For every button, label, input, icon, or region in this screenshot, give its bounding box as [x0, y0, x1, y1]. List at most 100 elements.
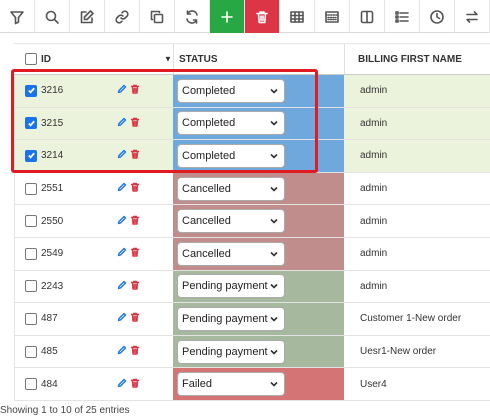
table-row[interactable]: 485 Pending payment Uesr1-New order	[14, 335, 490, 369]
list-view-button[interactable]	[385, 0, 420, 33]
list-icon	[395, 10, 409, 23]
delete-button[interactable]	[245, 0, 280, 33]
edit-row-button[interactable]	[117, 182, 127, 195]
row-checkbox[interactable]	[25, 312, 37, 325]
edit-row-button[interactable]	[117, 345, 127, 358]
status-select[interactable]: Completed	[177, 111, 285, 136]
table-row[interactable]: 3214 Completed admin	[14, 140, 490, 173]
cell-id: 3216	[14, 75, 173, 107]
pencil-icon	[117, 345, 127, 355]
status-select[interactable]: Cancelled	[177, 176, 285, 201]
row-checkbox[interactable]	[25, 182, 37, 195]
trash-icon	[256, 10, 268, 23]
trash-icon	[130, 378, 140, 388]
row-checkbox[interactable]	[25, 117, 37, 130]
grid-view-button[interactable]	[315, 0, 350, 33]
delete-row-button[interactable]	[130, 215, 140, 228]
chevron-down-icon	[269, 151, 279, 161]
status-select[interactable]: Completed	[177, 143, 285, 168]
search-button[interactable]	[35, 0, 70, 33]
columns-button[interactable]	[350, 0, 385, 33]
table-row[interactable]: 487 Pending payment Customer 1-New order	[14, 303, 490, 336]
cell-id: 3215	[14, 107, 173, 140]
cell-status: Pending payment	[173, 335, 344, 368]
edit-row-button[interactable]	[117, 149, 127, 162]
status-select[interactable]: Pending payment	[177, 274, 285, 299]
column-id-label: ID	[41, 53, 51, 65]
column-id-header[interactable]: ID ▼	[14, 44, 173, 74]
status-select[interactable]: Completed	[177, 78, 285, 103]
cell-billing-first-name: admin	[344, 140, 490, 172]
table-view-button[interactable]	[280, 0, 315, 33]
trash-icon	[130, 345, 140, 355]
row-checkbox[interactable]	[25, 84, 37, 97]
table-row[interactable]: 2551 Cancelled admin	[14, 172, 490, 206]
link-button[interactable]	[105, 0, 140, 33]
row-id: 2550	[41, 215, 64, 227]
edit-row-button[interactable]	[117, 117, 127, 130]
history-button[interactable]	[420, 0, 455, 33]
delete-row-button[interactable]	[130, 84, 140, 97]
orders-table: ID ▼ STATUS BILLING FIRST NAME 3216 Comp…	[14, 43, 490, 401]
row-checkbox[interactable]	[25, 247, 37, 260]
edit-row-button[interactable]	[117, 312, 127, 325]
delete-row-button[interactable]	[130, 312, 140, 325]
filter-button[interactable]	[0, 0, 35, 33]
swap-button[interactable]	[455, 0, 490, 33]
status-cell-background: Cancelled	[173, 237, 344, 270]
edit-row-button[interactable]	[117, 215, 127, 228]
delete-row-button[interactable]	[130, 117, 140, 130]
edit-row-button[interactable]	[117, 378, 127, 391]
delete-row-button[interactable]	[130, 247, 140, 260]
row-id: 487	[41, 313, 58, 325]
copy-button[interactable]	[140, 0, 175, 33]
add-button[interactable]	[210, 0, 245, 33]
table-row[interactable]: 484 Failed User4	[14, 368, 490, 401]
row-checkbox[interactable]	[25, 280, 37, 293]
row-actions	[117, 312, 140, 325]
trash-icon	[130, 182, 140, 192]
status-select[interactable]: Pending payment	[177, 339, 285, 364]
refresh-icon	[186, 9, 198, 24]
column-billing-first-name-header[interactable]: BILLING FIRST NAME	[344, 44, 490, 74]
chevron-down-icon	[269, 118, 279, 128]
delete-row-button[interactable]	[130, 345, 140, 358]
trash-icon	[130, 280, 140, 290]
cell-status: Cancelled	[173, 205, 344, 237]
row-actions	[117, 84, 140, 97]
edit-row-button[interactable]	[117, 280, 127, 293]
table-row[interactable]: 2243 Pending payment admin	[14, 270, 490, 304]
table-row[interactable]: 3216 Completed admin	[14, 75, 490, 108]
row-checkbox[interactable]	[25, 345, 37, 358]
delete-row-button[interactable]	[130, 280, 140, 293]
sort-desc-icon[interactable]: ▼	[164, 55, 172, 64]
status-select[interactable]: Pending payment	[177, 306, 285, 331]
table-row[interactable]: 2549 Cancelled admin	[14, 237, 490, 271]
chevron-down-icon	[269, 216, 279, 226]
status-select[interactable]: Cancelled	[177, 241, 285, 266]
edit-row-button[interactable]	[117, 84, 127, 97]
delete-row-button[interactable]	[130, 378, 140, 391]
delete-row-button[interactable]	[130, 182, 140, 195]
row-actions	[117, 345, 140, 358]
delete-row-button[interactable]	[130, 149, 140, 162]
status-select[interactable]: Failed	[177, 372, 285, 397]
column-status-header[interactable]: STATUS	[173, 44, 344, 74]
edit-button[interactable]	[70, 0, 105, 33]
status-select[interactable]: Cancelled	[177, 209, 285, 234]
refresh-button[interactable]	[175, 0, 210, 33]
table-row[interactable]: 2550 Cancelled admin	[14, 205, 490, 238]
billing-first-name: admin	[360, 150, 388, 162]
row-checkbox[interactable]	[25, 149, 37, 162]
cell-billing-first-name: admin	[344, 75, 490, 107]
select-all-checkbox[interactable]	[25, 53, 37, 65]
cell-billing-first-name: Uesr1-New order	[344, 336, 490, 368]
cell-status: Pending payment	[173, 270, 344, 303]
row-checkbox[interactable]	[25, 378, 37, 391]
status-value: Cancelled	[182, 182, 231, 195]
row-id: 484	[41, 378, 58, 390]
table-row[interactable]: 3215 Completed admin	[14, 107, 490, 141]
row-checkbox[interactable]	[25, 215, 37, 228]
edit-row-button[interactable]	[117, 247, 127, 260]
billing-first-name: admin	[360, 85, 388, 97]
